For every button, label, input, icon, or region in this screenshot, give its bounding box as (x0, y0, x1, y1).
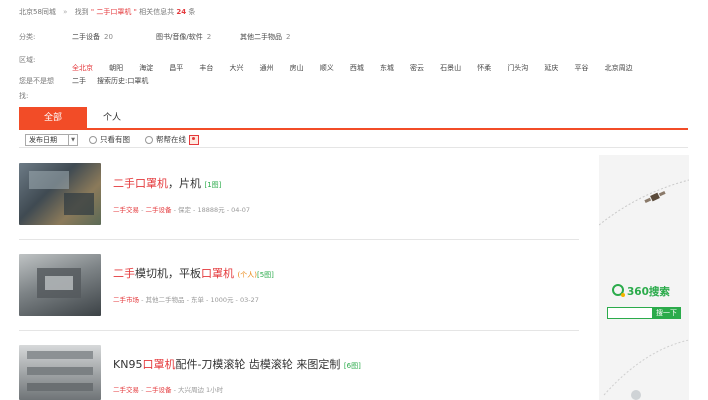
search-history: 搜索历史:口罩机 (97, 76, 148, 86)
district-link[interactable]: 延庆 (544, 64, 558, 72)
breadcrumb: 北京58同城 » 找到 " 二手口罩机 " 相关信息共 24 条 (19, 7, 195, 17)
image-count-badge: [5图] (256, 271, 274, 279)
image-count-badge: [1图] (204, 181, 222, 189)
meta-details: - 保定 - 18888元 - 04-07 (173, 206, 250, 214)
help-online-label: 帮帮在线 (156, 135, 186, 144)
listing-divider (19, 330, 579, 331)
category-name: 二手设备 (72, 33, 100, 41)
help-online-option[interactable]: 帮帮在线 (145, 134, 200, 145)
title-text: ，片机 (168, 177, 201, 190)
quote-open: " (90, 8, 95, 16)
chevron-down-icon: ▼ (68, 135, 77, 145)
listing-thumbnail[interactable] (19, 345, 101, 400)
ad-search-input[interactable] (607, 307, 653, 319)
category-item[interactable]: 其他二手物品 2 (240, 32, 290, 42)
tab-all[interactable]: 全部 (19, 107, 87, 129)
checkbox-icon (145, 136, 153, 144)
result-unit: 条 (188, 8, 196, 16)
ad-banner[interactable]: 360搜索 搜一下 (599, 155, 689, 400)
meta-category-link[interactable]: 二手交易 (113, 386, 139, 394)
history-label: 搜索历史: (97, 77, 128, 85)
quote-close: " (133, 8, 137, 16)
only-images-label: 只看有图 (100, 135, 130, 144)
logo-360-icon (612, 284, 625, 297)
district-link[interactable]: 东城 (380, 64, 394, 72)
breadcrumb-sep: » (63, 8, 68, 16)
meta-category-link[interactable]: 二手交易 (113, 206, 139, 214)
suggest-label: 您是不是想 (19, 77, 54, 85)
category-item[interactable]: 图书/音像/软件 2 (156, 32, 211, 42)
tab-underline (19, 128, 688, 130)
tab-person[interactable]: 个人 (97, 107, 127, 129)
district-link[interactable]: 通州 (260, 64, 274, 72)
ad-graphic (599, 179, 689, 400)
title-text: KN95 (113, 358, 143, 371)
sort-select[interactable]: 发布日期 ▼ (25, 134, 78, 146)
meta-details: - 大兴周边 1小时 (173, 386, 224, 394)
meta-category-link[interactable]: 二手市场 (113, 296, 139, 304)
meta-subcategory-link[interactable]: 二手设备 (145, 386, 171, 394)
listing-thumbnail[interactable] (19, 163, 101, 225)
sort-select-value: 发布日期 (29, 136, 57, 144)
title-keyword: 口罩机 (201, 267, 234, 280)
category-name: 图书/音像/软件 (156, 33, 203, 41)
toolbar-divider (19, 147, 688, 148)
category-count: 20 (104, 33, 113, 41)
category-name: 其他二手物品 (240, 33, 282, 41)
district-link[interactable]: 顺义 (320, 64, 334, 72)
category-item[interactable]: 二手设备 20 (72, 32, 113, 42)
result-count: 24 (176, 8, 187, 16)
district-link[interactable]: 朝阳 (109, 64, 123, 72)
category-count: 2 (286, 33, 291, 41)
district-link[interactable]: 海淀 (139, 64, 153, 72)
listing-title[interactable]: KN95口罩机配件-刀模滚轮 齿模滚轮 来图定制 [6图] (113, 356, 361, 372)
suggest-label-cont: 找: (19, 92, 29, 100)
district-link[interactable]: 北京周边 (605, 64, 633, 72)
title-text: 配件-刀模滚轮 齿模滚轮 来图定制 (175, 358, 341, 371)
only-images-option[interactable]: 只看有图 (89, 134, 130, 145)
meta-details: - 东单 - 1000元 - 03-27 (186, 296, 259, 304)
listing-divider (19, 239, 579, 240)
breadcrumb-find: 找到 (74, 8, 89, 16)
help-online-icon (189, 135, 200, 145)
district-link[interactable]: 怀柔 (477, 64, 491, 72)
image-count-badge: [6图] (343, 362, 361, 370)
district-link[interactable]: 大兴 (229, 64, 243, 72)
title-keyword: 二手口罩机 (113, 177, 168, 190)
history-link[interactable]: 口罩机 (127, 77, 148, 85)
search-keyword: 二手口罩机 (96, 8, 132, 16)
district-link[interactable]: 平谷 (575, 64, 589, 72)
suggest-link[interactable]: 二手 (72, 76, 86, 86)
meta-subcategory-link[interactable]: 二手设备 (145, 206, 171, 214)
district-link[interactable]: 石景山 (440, 64, 461, 72)
listing-meta: 二手市场 - 其他二手物品 - 东单 - 1000元 - 03-27 (113, 296, 259, 304)
personal-tag: (个人) (237, 271, 257, 279)
district-link[interactable]: 昌平 (169, 64, 183, 72)
listing-meta: 二手交易 - 二手设备 - 保定 - 18888元 - 04-07 (113, 206, 250, 214)
category-label: 分类: (19, 33, 36, 41)
district-link[interactable]: 西城 (350, 64, 364, 72)
title-keyword: 口罩机 (142, 358, 176, 371)
area-label: 区域: (19, 56, 36, 64)
listing-title[interactable]: 二手口罩机，片机 [1图] (113, 175, 221, 191)
checkbox-icon (89, 136, 97, 144)
meta-subcategory-link[interactable]: 其他二手物品 (145, 296, 184, 304)
district-link[interactable]: 丰台 (199, 64, 213, 72)
category-count: 2 (206, 33, 212, 41)
district-list: 全北京 朝阳 海淀 昌平 丰台 大兴 通州 房山 顺义 西城 东城 密云 石景山… (72, 55, 644, 74)
district-link[interactable]: 门头沟 (507, 64, 528, 72)
listing-meta: 二手交易 - 二手设备 - 大兴周边 1小时 (113, 386, 224, 394)
breadcrumb-city-link[interactable]: 北京58同城 (19, 8, 56, 16)
district-link[interactable]: 房山 (290, 64, 304, 72)
listing-thumbnail[interactable] (19, 254, 101, 316)
district-link[interactable]: 全北京 (72, 64, 93, 72)
listing-title[interactable]: 二手模切机，平板口罩机 (个人)[5图] (113, 265, 274, 281)
district-link[interactable]: 密云 (410, 64, 424, 72)
title-text: 模切机，平板 (135, 267, 201, 280)
result-prefix: 相关信息共 (139, 8, 175, 16)
ad-search-button[interactable]: 搜一下 (652, 307, 681, 319)
ad-brand: 360搜索 (627, 286, 670, 298)
title-keyword: 二手 (113, 267, 135, 280)
